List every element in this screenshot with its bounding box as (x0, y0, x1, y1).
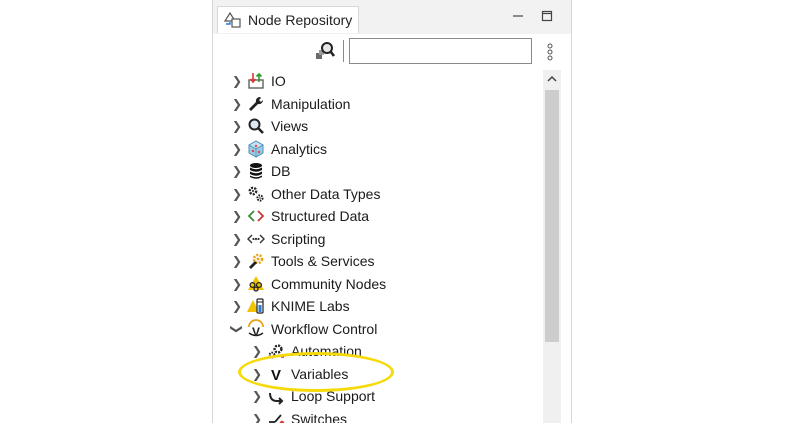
tree-item-label: DB (271, 163, 291, 179)
loop-icon (266, 386, 286, 406)
tree-item-label: Variables (291, 365, 349, 382)
node-repository-icon (224, 11, 242, 29)
search-divider (343, 40, 344, 62)
chevron-right-icon[interactable]: ❯ (231, 115, 243, 137)
vertical-dots-icon (547, 43, 553, 61)
tree-item-switches[interactable]: ❯ Switches (251, 408, 347, 423)
tree-item-io[interactable]: ❯ IO (231, 70, 286, 92)
panel-header: Node Repository (213, 0, 571, 34)
tree-item-label: KNIME Labs (271, 298, 350, 314)
svg-text:V: V (252, 325, 260, 339)
tree-item-label: Scripting (271, 230, 326, 247)
script-icon (246, 229, 266, 249)
chevron-right-icon[interactable]: ❯ (231, 250, 243, 272)
tree-item-analytics[interactable]: ❯ Analytics (231, 138, 327, 160)
search-row (213, 34, 571, 70)
chevron-right-icon[interactable]: ❯ (231, 183, 243, 205)
code-brackets-icon (246, 206, 266, 226)
chevron-right-icon[interactable]: ❯ (251, 363, 263, 385)
tree-item-other-data-types[interactable]: ❯ Other Data Types (231, 183, 381, 205)
chevron-right-icon[interactable]: ❯ (231, 93, 243, 115)
tree-item-label: Manipulation (271, 95, 351, 112)
chevron-right-icon[interactable]: ❯ (251, 340, 263, 362)
tree-item-label: Analytics (271, 140, 328, 157)
tree-item-knime-labs[interactable]: ❯ KNIME Labs (231, 295, 350, 317)
chevron-right-icon[interactable]: ❯ (231, 205, 243, 227)
chevron-down-icon[interactable]: ❯ (226, 323, 248, 335)
scrollbar-thumb[interactable] (545, 90, 559, 342)
search-input[interactable] (350, 39, 531, 63)
tree-item-automation[interactable]: ❯ Automation (251, 340, 362, 362)
tree-item-label: Switches (291, 410, 348, 423)
tools-icon (246, 251, 266, 271)
labs-icon (246, 296, 266, 316)
search-filter-button[interactable] (313, 40, 337, 62)
database-icon (246, 161, 266, 181)
tree-item-scripting[interactable]: ❯ Scripting (231, 228, 326, 250)
scroll-up-button[interactable] (543, 70, 561, 88)
search-field[interactable] (349, 38, 532, 64)
chevron-right-icon[interactable]: ❯ (251, 385, 263, 407)
node-repository-panel: Node Repository ❯ IO ❯ Manipulation ❯ Vi… (212, 0, 572, 423)
chevron-right-icon[interactable]: ❯ (231, 70, 243, 92)
chevron-up-icon (547, 75, 557, 83)
wrench-icon (246, 94, 266, 114)
minimize-button[interactable] (510, 8, 526, 24)
svg-text:V: V (271, 367, 281, 383)
tree-item-label: Community Nodes (271, 275, 387, 292)
tree-item-manipulation[interactable]: ❯ Manipulation (231, 93, 350, 115)
chevron-right-icon[interactable]: ❯ (231, 138, 243, 160)
tree-item-label: IO (271, 73, 286, 89)
tree-item-label: Automation (291, 343, 362, 359)
search-menu-button[interactable] (545, 42, 555, 62)
chevron-right-icon[interactable]: ❯ (251, 408, 263, 423)
tree-item-label: Workflow Control (271, 320, 378, 337)
tree-item-workflow-control[interactable]: ❯ V Workflow Control (230, 318, 378, 340)
maximize-button[interactable] (539, 8, 555, 24)
magnifier-icon (246, 116, 266, 136)
community-icon (246, 274, 266, 294)
chevron-right-icon[interactable]: ❯ (231, 160, 243, 182)
tree-item-label: Views (271, 118, 309, 134)
minimize-icon (512, 10, 524, 22)
search-filter-icon (314, 41, 336, 61)
gears-icon (246, 184, 266, 204)
cube-icon (246, 139, 266, 159)
chevron-right-icon[interactable]: ❯ (231, 228, 243, 250)
io-icon (246, 71, 266, 91)
tree-item-community-nodes[interactable]: ❯ Community Nodes (231, 273, 386, 295)
tree-item-views[interactable]: ❯ Views (231, 115, 308, 137)
tree-item-tools-services[interactable]: ❯ Tools & Services (231, 250, 374, 272)
chevron-right-icon[interactable]: ❯ (231, 273, 243, 295)
tree-item-db[interactable]: ❯ DB (231, 160, 290, 182)
switch-icon (266, 409, 286, 423)
vertical-scrollbar[interactable] (543, 70, 561, 423)
chevron-right-icon[interactable]: ❯ (231, 295, 243, 317)
tree-item-label: Tools & Services (271, 253, 375, 269)
tab-node-repository[interactable]: Node Repository (217, 6, 360, 33)
tree-item-label: Other Data Types (271, 185, 381, 202)
panel-title: Node Repository (248, 12, 353, 28)
tree-item-label: Loop Support (291, 388, 376, 404)
tree-item-structured-data[interactable]: ❯ Structured Data (231, 205, 369, 227)
automation-icon (266, 341, 286, 361)
workflow-icon: V (246, 318, 266, 339)
tree-item-loop-support[interactable]: ❯ Loop Support (251, 385, 375, 407)
variable-v-icon: V (266, 364, 286, 384)
maximize-icon (541, 10, 553, 22)
tree-item-label: Structured Data (271, 208, 370, 224)
tree-item-variables[interactable]: ❯ V Variables (251, 363, 348, 385)
